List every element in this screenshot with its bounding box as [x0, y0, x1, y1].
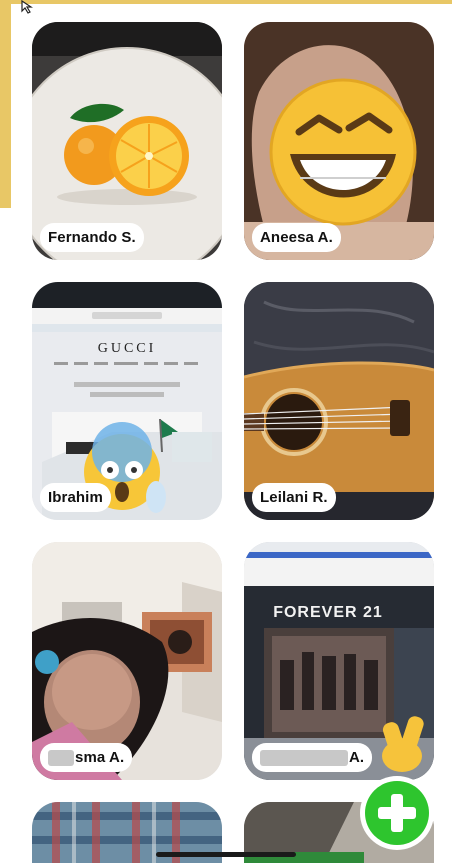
left-accent-bar	[0, 0, 11, 208]
participant-name: Fernando S.	[40, 223, 144, 252]
participant-name: A.	[252, 742, 373, 772]
video-tile-sma[interactable]: sma A.	[32, 542, 222, 780]
video-tile-leilani[interactable]: Leilani R.	[244, 282, 434, 520]
cursor-icon	[21, 0, 33, 14]
participant-name: Leilani R.	[252, 483, 336, 512]
participant-name: Ibrahim	[40, 483, 111, 512]
video-tile-forever21[interactable]: FOREVER 21 A.	[244, 542, 434, 780]
video-tile-fernando[interactable]: Fernando S.	[32, 22, 222, 260]
forever21-sign-text: FOREVER 21	[273, 604, 383, 621]
plus-icon	[378, 794, 416, 832]
participant-name: Aneesa A.	[252, 223, 341, 252]
add-button[interactable]	[360, 776, 434, 850]
top-accent-bar	[0, 0, 452, 4]
redacted-text	[48, 750, 74, 766]
participant-name: sma A.	[40, 742, 133, 772]
add-button-fill	[365, 781, 429, 845]
home-indicator	[156, 852, 296, 857]
video-tile-ibrahim[interactable]: GUCCI Ibrahim	[32, 282, 222, 520]
gucci-logo-text: GUCCI	[98, 341, 157, 356]
redacted-text	[260, 750, 348, 766]
video-tile-aneesa[interactable]: Aneesa A.	[244, 22, 434, 260]
